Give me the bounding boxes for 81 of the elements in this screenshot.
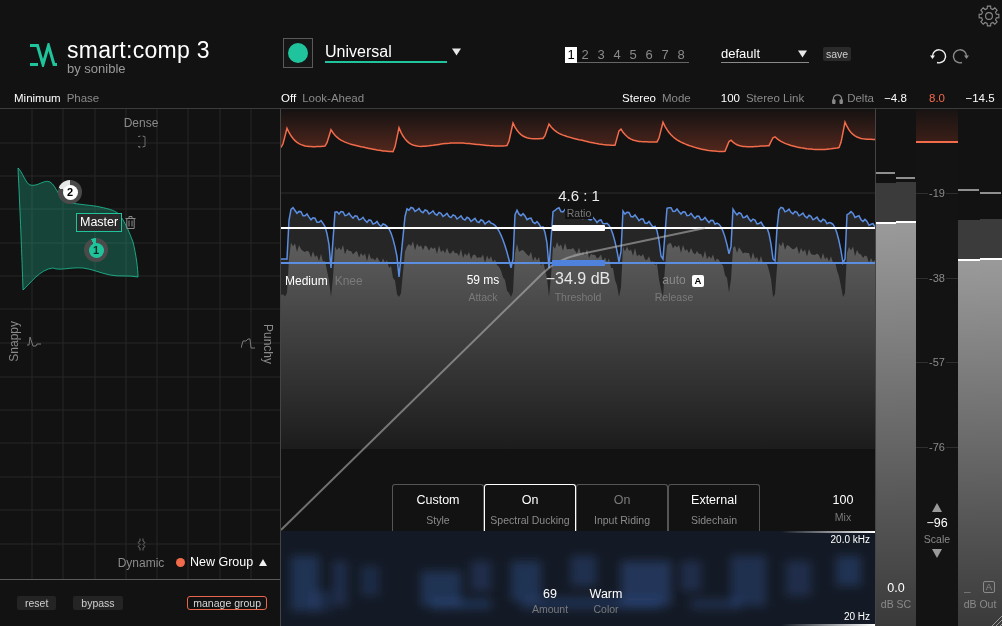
sidechain-gain-value: 0.0 xyxy=(887,581,905,596)
setting-value[interactable]: 100 xyxy=(720,91,740,105)
attack-value[interactable]: 59 ms xyxy=(466,273,500,288)
preset-slot[interactable]: 5 xyxy=(625,47,641,63)
save-button[interactable]: save xyxy=(823,47,852,61)
axis-label: Punchy xyxy=(261,324,275,365)
preset-slot[interactable]: 3 xyxy=(593,47,609,63)
axis-label: Snappy xyxy=(7,321,21,362)
threshold-value[interactable]: −34.9 dB xyxy=(545,269,611,288)
waveform-icon xyxy=(136,135,146,148)
scale-label: -57 xyxy=(928,356,946,368)
settings-icon[interactable] xyxy=(978,5,1000,27)
preset-dropdown[interactable]: default xyxy=(721,45,809,63)
preset-slot[interactable]: 4 xyxy=(609,47,625,63)
preset-slot[interactable]: 2 xyxy=(577,47,593,63)
preset-slot[interactable]: 6 xyxy=(641,47,657,63)
axis-label: Dynamic xyxy=(117,556,165,570)
mode-button[interactable]: On Spectral Ducking xyxy=(484,484,576,531)
map-node[interactable]: 2 xyxy=(58,180,82,204)
preset-slot[interactable]: 7 xyxy=(657,47,673,63)
preset-slot[interactable]: 1 xyxy=(565,47,577,63)
logo-icon xyxy=(30,43,57,67)
color-swatch-icon xyxy=(288,43,308,63)
scale-label: Scale xyxy=(923,533,951,545)
profile-dropdown[interactable]: Universal xyxy=(325,41,462,63)
footer-button[interactable]: bypass xyxy=(73,596,123,610)
output-gain-label: dB Out xyxy=(963,598,997,610)
threshold-handle[interactable] xyxy=(552,260,605,266)
delta-toggle[interactable]: Delta xyxy=(832,91,874,105)
meter-reading: −14.5 xyxy=(965,91,995,105)
headphones-icon xyxy=(832,92,844,104)
spectrum-label: Amount xyxy=(531,603,569,615)
spectrum-label: Color xyxy=(593,603,619,615)
spike-icon xyxy=(27,336,41,349)
auto-toggle[interactable]: A xyxy=(692,275,704,287)
spectrum-value[interactable]: 69 xyxy=(543,587,557,602)
mode-button[interactable]: Custom Style xyxy=(392,484,484,531)
scale-label: -38 xyxy=(928,272,946,284)
group-color-button[interactable] xyxy=(283,38,313,68)
up-arrow-icon[interactable] xyxy=(932,503,942,512)
waveform-icon xyxy=(136,538,146,551)
meter-reading: 8.0 xyxy=(929,91,945,105)
meter-reading: −4.8 xyxy=(884,91,907,105)
mix-label: Mix xyxy=(834,511,852,523)
setting-label: Phase xyxy=(66,91,100,105)
footer-button[interactable]: reset xyxy=(17,596,57,610)
spectrum-value[interactable]: Warm xyxy=(589,587,623,602)
caret-down-icon xyxy=(452,48,461,56)
group-name-tag: Master xyxy=(76,213,123,232)
caret-down-icon xyxy=(798,49,807,58)
frequency-label: 20.0 kHz xyxy=(830,534,870,546)
setting-value[interactable]: Minimum xyxy=(14,91,61,105)
sidechain-gain-label: dB SC xyxy=(880,598,912,610)
down-arrow-icon[interactable] xyxy=(932,549,942,558)
redo-icon[interactable] xyxy=(952,46,970,64)
spike-icon xyxy=(241,336,255,349)
brand-byline: by sonible xyxy=(67,62,126,76)
setting-label: Stereo Link xyxy=(745,91,805,105)
resize-grip-icon[interactable] xyxy=(991,615,1002,626)
scale-label: -76 xyxy=(928,441,946,453)
preset-slot[interactable]: 8 xyxy=(673,47,689,63)
ratio-handle[interactable] xyxy=(552,225,605,231)
undo-icon[interactable] xyxy=(929,46,947,64)
setting-label: Look-Ahead xyxy=(302,91,365,105)
setting-value[interactable]: Off xyxy=(281,91,297,105)
map-node[interactable]: 1 xyxy=(84,238,108,262)
mix-value[interactable]: 100 xyxy=(832,493,854,508)
group-selector[interactable]: New Group xyxy=(176,555,268,570)
scale-value[interactable]: −96 xyxy=(926,516,948,530)
knee-value[interactable]: Medium xyxy=(285,274,328,289)
mode-button[interactable]: External Sidechain xyxy=(668,484,760,531)
footer-button[interactable]: manage group xyxy=(187,596,267,610)
trash-icon[interactable] xyxy=(125,216,136,229)
ratio-label: Ratio xyxy=(564,207,594,219)
frequency-label: 20 Hz xyxy=(843,611,870,623)
axis-label: Dense xyxy=(123,116,159,130)
scale-label: -19 xyxy=(928,187,946,199)
ratio-value[interactable]: 4.6 : 1 xyxy=(558,187,600,204)
setting-value[interactable]: Stereo xyxy=(622,91,656,105)
setting-label: Mode xyxy=(662,91,691,105)
caret-up-icon xyxy=(259,559,268,566)
